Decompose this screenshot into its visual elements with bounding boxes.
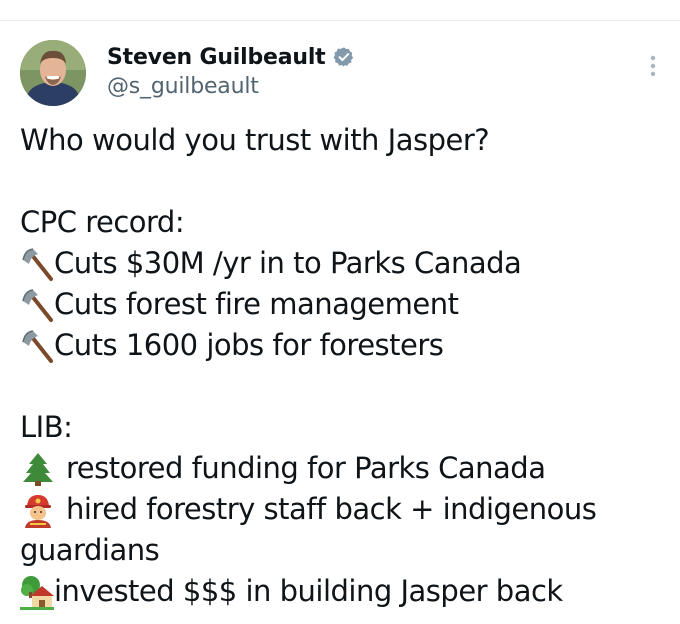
tweet-text: Who would you trust with Jasper? CPC rec… (20, 120, 670, 612)
lib-item-text: restored funding for Parks Canada (66, 451, 546, 485)
tweet-line: Who would you trust with Jasper? (20, 120, 670, 161)
cpc-item-text: Cuts forest fire management (54, 287, 459, 321)
tweet-line: LIB: (20, 407, 670, 448)
question-text: Who would you trust with Jasper? (20, 123, 490, 157)
axe-icon (20, 287, 54, 323)
author-block: Steven Guilbeault @s_guilbeault (107, 42, 355, 99)
firefighter-icon (20, 492, 56, 528)
top-divider (0, 0, 680, 21)
cpc-item: Cuts 1600 jobs for foresters (20, 325, 670, 366)
lib-item: restored funding for Parks Canada (20, 448, 670, 489)
tweet-line: CPC record: (20, 202, 670, 243)
verified-badge-icon (333, 46, 355, 68)
cpc-item: Cuts $30M /yr in to Parks Canada (20, 243, 670, 284)
lib-item-text: invested $$$ in building Jasper back (54, 574, 563, 608)
axe-icon (20, 328, 54, 364)
axe-icon (20, 246, 54, 282)
lib-item-text: hired forestry staff back + indigenous (66, 492, 597, 526)
cpc-item-text: Cuts 1600 jobs for foresters (54, 328, 444, 362)
house-with-garden-icon (20, 574, 54, 610)
cpc-item-text: Cuts $30M /yr in to Parks Canada (54, 246, 522, 280)
avatar[interactable] (20, 40, 86, 106)
lib-item: invested $$$ in building Jasper back (20, 571, 670, 612)
lib-item-continuation: guardians (20, 530, 670, 571)
handle[interactable]: @s_guilbeault (107, 74, 355, 99)
lib-item-text: guardians (20, 533, 160, 567)
cpc-item: Cuts forest fire management (20, 284, 670, 325)
more-vertical-icon[interactable] (646, 52, 660, 80)
display-name[interactable]: Steven Guilbeault (107, 45, 326, 70)
tweet-header: Steven Guilbeault @s_guilbeault (20, 40, 670, 110)
lib-item: hired forestry staff back + indigenous (20, 489, 670, 530)
cpc-heading: CPC record: (20, 205, 185, 239)
lib-heading: LIB: (20, 410, 73, 444)
evergreen-tree-icon (20, 451, 56, 487)
